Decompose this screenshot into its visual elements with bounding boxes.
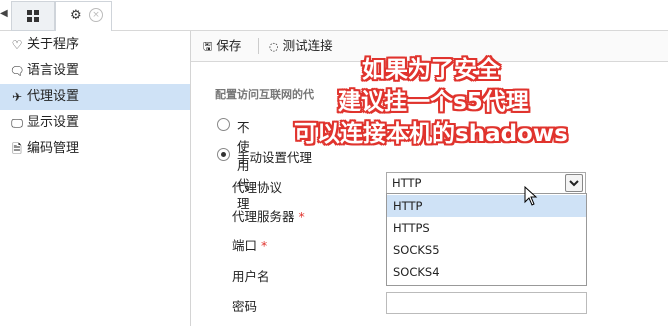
port-label-text: 端口	[232, 238, 258, 253]
sidebar-item-label: 编码管理	[27, 141, 80, 156]
option-socks4[interactable]: SOCKS4	[387, 261, 586, 283]
sidebar-item-display[interactable]: 🖵 显示设置	[0, 110, 190, 136]
protocol-dropdown-list: HTTP HTTPS SOCKS5 SOCKS4	[386, 193, 587, 286]
sidebar-item-label: 关于程序	[27, 37, 80, 52]
language-icon: 🗨	[9, 64, 25, 78]
protocol-label: 代理协议	[232, 180, 283, 195]
save-icon: 🖫	[203, 40, 213, 53]
port-label: 端口 *	[232, 235, 267, 254]
password-label: 密码	[232, 299, 258, 314]
server-label: 代理服务器 *	[232, 206, 305, 225]
server-label-text: 代理服务器	[232, 209, 295, 224]
sidebar: ♡ 关于程序 🗨 语言设置 ✈ 代理设置 🖵 显示设置 🗎 编码管理	[0, 31, 191, 326]
option-socks5[interactable]: SOCKS5	[387, 239, 586, 261]
sidebar-item-label: 代理设置	[27, 89, 80, 104]
sidebar-item-encoding[interactable]: 🗎 编码管理	[0, 136, 190, 162]
option-https[interactable]: HTTPS	[387, 217, 586, 239]
chevron-down-icon[interactable]	[565, 174, 583, 192]
sidebar-item-language[interactable]: 🗨 语言设置	[0, 58, 190, 84]
username-label: 用户名	[232, 269, 270, 284]
sidebar-item-label: 语言设置	[27, 63, 80, 78]
toolbar-divider	[258, 38, 259, 54]
tab-home[interactable]	[11, 1, 55, 31]
monitor-icon: 🖵	[11, 116, 23, 130]
spinner-icon: ◌	[269, 40, 279, 53]
required-mark: *	[261, 238, 268, 253]
paper-plane-icon: ✈	[11, 90, 23, 104]
password-field[interactable]	[386, 292, 587, 314]
save-label: 保存	[216, 38, 242, 53]
section-title: 配置访问互联网的代	[215, 88, 314, 101]
radio-manual-proxy-label: 手动设置代理	[237, 150, 313, 165]
close-icon[interactable]: ×	[89, 8, 103, 22]
radio-button[interactable]	[217, 118, 230, 131]
radio-button[interactable]	[217, 148, 230, 161]
tab-strip: ◀ ⚙ ×	[0, 0, 668, 31]
document-icon: 🗎	[12, 142, 22, 156]
scroll-left-icon[interactable]: ◀	[0, 8, 8, 22]
caption-line-2: 建议挂一个s5代理	[338, 89, 529, 115]
caption-line-3: 可以连接本机的shadows	[294, 121, 568, 147]
protocol-select[interactable]: HTTP	[386, 172, 586, 194]
heart-icon: ♡	[11, 38, 23, 52]
required-mark: *	[298, 209, 305, 224]
gear-icon: ⚙	[70, 8, 82, 23]
protocol-select-value: HTTP	[392, 176, 422, 190]
grid-icon	[27, 10, 39, 22]
tab-settings[interactable]: ⚙ ×	[55, 1, 112, 31]
sidebar-item-proxy[interactable]: ✈ 代理设置	[0, 84, 190, 110]
mouse-cursor-icon	[524, 185, 538, 209]
test-connection-button[interactable]: ◌ 测试连接	[269, 31, 333, 61]
caption-line-1: 如果为了安全	[362, 57, 500, 83]
option-http[interactable]: HTTP	[387, 195, 586, 217]
sidebar-item-label: 显示设置	[27, 115, 80, 130]
save-button[interactable]: 🖫 保存	[203, 31, 241, 61]
sidebar-item-about[interactable]: ♡ 关于程序	[0, 32, 190, 58]
test-connection-label: 测试连接	[282, 38, 333, 53]
